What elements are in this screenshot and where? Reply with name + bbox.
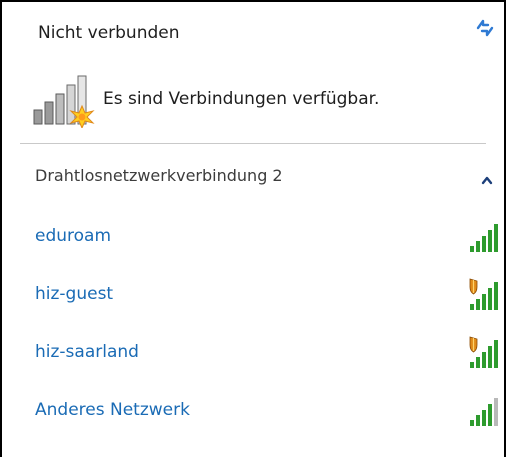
chevron-up-icon[interactable] <box>481 170 493 185</box>
connection-status-title: Nicht verbunden <box>38 23 180 43</box>
signal-strength-icon <box>466 220 500 254</box>
network-item-hiz-saarland[interactable]: hiz-saarland <box>35 334 500 370</box>
network-name: eduroam <box>35 226 112 246</box>
network-item-anderes-netzwerk[interactable]: Anderes Netzwerk <box>35 392 500 428</box>
network-item-hiz-guest[interactable]: hiz-guest <box>35 276 500 312</box>
divider <box>20 143 486 144</box>
network-no-connection-icon <box>32 72 98 130</box>
network-name: Anderes Netzwerk <box>35 400 190 420</box>
refresh-icon[interactable] <box>473 16 497 40</box>
network-flyout: Nicht verbunden Es sind Verbindungen ver… <box>0 0 506 457</box>
wireless-adapter-group-header[interactable]: Drahtlosnetzwerkverbindung 2 <box>35 166 495 188</box>
network-name: hiz-guest <box>35 284 114 304</box>
secured-signal-strength-icon <box>466 336 500 370</box>
secured-signal-strength-icon <box>466 278 500 312</box>
connections-available-message: Es sind Verbindungen verfügbar. <box>103 89 380 109</box>
network-name: hiz-saarland <box>35 342 139 362</box>
adapter-name-label: Drahtlosnetzwerkverbindung 2 <box>35 166 283 185</box>
signal-strength-icon <box>466 394 500 428</box>
network-item-eduroam[interactable]: eduroam <box>35 218 500 254</box>
